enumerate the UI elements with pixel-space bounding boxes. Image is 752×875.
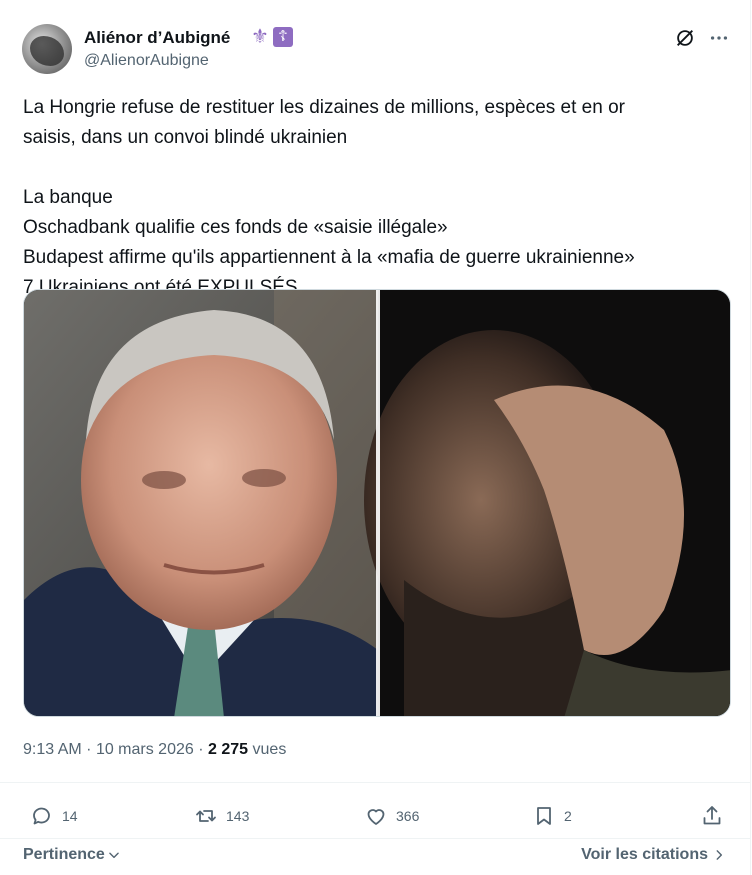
reply-icon <box>33 807 50 825</box>
tweet-text-line: saisis, dans un convoi blindé ukrainien <box>23 127 348 148</box>
share-button[interactable] <box>700 802 724 830</box>
photo-composite <box>24 290 730 716</box>
author-handle[interactable]: @AlienorAubigne <box>84 52 209 70</box>
like-button[interactable]: 366 <box>364 802 419 830</box>
grok-icon[interactable] <box>674 27 696 49</box>
chevron-right-icon <box>716 850 723 860</box>
tweet-text-span: La banque <box>23 187 119 208</box>
orthodox-cross-icon: ☦ <box>273 27 293 47</box>
tweet-time[interactable]: 9:13 AM <box>23 741 82 758</box>
meta-separator: · <box>86 741 92 758</box>
fleur-de-lis-icon: ⚜ <box>251 26 269 48</box>
tweet-text-line: La Hongrie refuse de restituer les dizai… <box>23 97 625 118</box>
view-quotes-link[interactable]: Voir les citations <box>581 846 726 864</box>
chevron-down-icon <box>109 852 119 859</box>
heart-icon <box>367 809 385 825</box>
tweet-text-line: La banque <box>23 183 733 213</box>
author-display-name[interactable]: Aliénor d’Aubigné <box>84 28 230 48</box>
tweet-text-line: Budapest affirme qu'ils appartiennent à … <box>23 247 635 268</box>
more-options-icon[interactable] <box>708 27 730 49</box>
repost-count: 143 <box>226 808 250 824</box>
replies-sort-dropdown[interactable]: Pertinence <box>23 846 121 864</box>
repost-button[interactable]: 143 <box>194 802 249 830</box>
bookmark-button[interactable]: 2 <box>532 802 572 830</box>
divider <box>0 782 751 783</box>
ukraine-flag-icon <box>118 188 143 205</box>
avatar[interactable] <box>22 24 72 74</box>
views-count: 2 275 <box>208 741 249 758</box>
tweet-text-span: Oschadbank qualifie ces fonds de «saisie… <box>23 217 448 238</box>
author-badges: ⚜ ☦ <box>249 26 293 48</box>
tweet-date[interactable]: 10 mars 2026 <box>96 741 194 758</box>
quotes-label: Voir les citations <box>581 846 708 863</box>
share-icon <box>703 806 721 825</box>
tweet-detail: Aliénor d’Aubigné ⚜ ☦ @AlienorAubigne La… <box>0 0 751 875</box>
meta-separator: · <box>198 741 204 758</box>
tweet-photo[interactable] <box>23 289 731 717</box>
like-count: 366 <box>396 808 420 824</box>
tweet-metadata: 9:13 AM · 10 mars 2026 · 2 275 vues <box>23 741 286 759</box>
tweet-text: La Hongrie refuse de restituer les dizai… <box>23 93 733 303</box>
reply-count: 14 <box>62 808 78 824</box>
sort-label: Pertinence <box>23 846 105 863</box>
bookmark-count: 2 <box>564 808 572 824</box>
avatar-image <box>30 36 64 66</box>
repost-icon <box>196 810 216 822</box>
left-portrait <box>24 290 378 716</box>
reply-button[interactable]: 14 <box>30 802 78 830</box>
views-label: vues <box>252 741 287 758</box>
divider <box>0 838 751 839</box>
right-portrait <box>364 290 730 716</box>
bookmark-icon <box>537 807 551 825</box>
